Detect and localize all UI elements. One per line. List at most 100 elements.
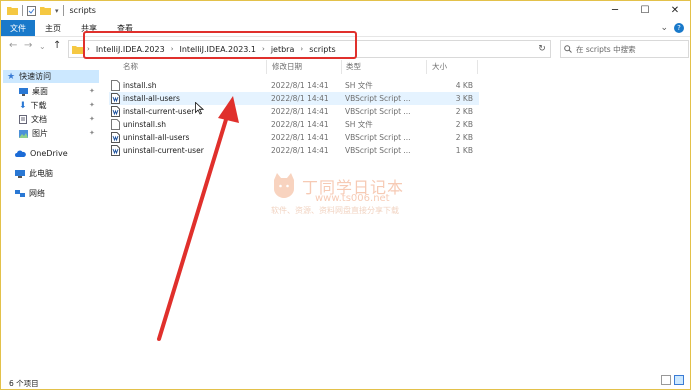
quick-access-toolbar: ▾ (7, 5, 64, 16)
column-header-date[interactable]: 修改日期 (272, 61, 302, 72)
sidebar-item-pictures[interactable]: 图片 (19, 128, 48, 139)
file-type: VBScript Script ... (345, 107, 411, 116)
vbscript-file-icon (111, 93, 120, 104)
file-date: 2022/8/1 14:41 (271, 133, 329, 142)
sidebar-item-onedrive[interactable]: OneDrive (15, 149, 68, 158)
file-row[interactable]: install-all-users 2022/8/1 14:41 VBScrip… (109, 92, 479, 105)
file-name: uninstall-all-users (123, 133, 190, 142)
column-divider[interactable] (266, 60, 267, 74)
properties-icon[interactable] (27, 5, 36, 16)
sidebar-item-label: 文档 (31, 115, 47, 124)
file-type: VBScript Script ... (345, 146, 411, 155)
sidebar-item-label: 桌面 (32, 87, 48, 96)
document-icon (19, 115, 27, 124)
sidebar-item-network[interactable]: 网络 (15, 188, 45, 199)
mouse-cursor-icon (195, 102, 204, 115)
file-type: SH 文件 (345, 81, 373, 90)
watermark-slogan: 软件、资源、资料网盘直接分享下载 (271, 206, 399, 215)
file-name: uninstall.sh (123, 120, 167, 129)
download-icon: ⬇ (19, 100, 27, 111)
sidebar-item-label: 下载 (30, 101, 47, 110)
sidebar-item-label: 图片 (32, 129, 48, 138)
maximize-button[interactable]: ☐ (630, 1, 660, 20)
file-name: uninstall-current-user (123, 146, 204, 155)
column-header-name[interactable]: 名称 (123, 61, 138, 72)
pin-icon: ✦ (89, 115, 95, 123)
file-name: install-current-user (123, 107, 195, 116)
annotation-highlight-box (83, 31, 357, 59)
new-folder-icon[interactable] (40, 6, 51, 15)
column-header-size[interactable]: 大小 (432, 61, 447, 72)
file-name: install-all-users (123, 94, 180, 103)
toolbar-divider (22, 5, 23, 16)
file-size: 3 KB (455, 94, 473, 103)
watermark-logo-icon (274, 173, 294, 198)
desktop-icon (19, 87, 28, 96)
forward-button[interactable]: → (24, 40, 32, 51)
file-row[interactable]: install-current-user 2022/8/1 14:41 VBSc… (109, 105, 479, 118)
column-divider[interactable] (341, 60, 342, 74)
file-row[interactable]: uninstall-all-users 2022/8/1 14:41 VBScr… (109, 131, 479, 144)
window-title: scripts (69, 6, 96, 15)
pin-icon: ✦ (89, 87, 95, 95)
file-row[interactable]: uninstall-current-user 2022/8/1 14:41 VB… (109, 144, 479, 157)
refresh-button[interactable]: ↻ (534, 41, 550, 57)
tab-home[interactable]: 主页 (35, 20, 71, 36)
sidebar-item-downloads[interactable]: ⬇ 下载 (19, 100, 47, 111)
recent-locations-button[interactable]: ⌄ (39, 42, 46, 51)
column-header-type[interactable]: 类型 (346, 61, 361, 72)
sidebar-item-label: 快速访问 (19, 72, 52, 81)
sidebar-item-label: OneDrive (30, 149, 68, 158)
network-icon (15, 189, 25, 197)
pictures-icon (19, 129, 28, 138)
blank-file-icon (111, 80, 120, 91)
file-date: 2022/8/1 14:41 (271, 94, 329, 103)
back-button[interactable]: ← (9, 40, 17, 51)
watermark: 丁同学日记本 www.ts006.net 软件、资源、资料网盘直接分享下载 (269, 171, 429, 221)
star-icon: ★ (7, 71, 16, 82)
search-box[interactable]: 在 scripts 中搜索 (560, 40, 689, 58)
pin-icon: ✦ (89, 129, 95, 137)
file-date: 2022/8/1 14:41 (271, 146, 329, 155)
help-icon[interactable]: ? (674, 23, 684, 33)
toolbar-divider (62, 5, 64, 16)
file-size: 2 KB (455, 107, 473, 116)
navigation-pane: ★ 快速访问 桌面 ✦ ⬇ 下载 ✦ 文档 ✦ 图片 ✦ OneDrive 此电… (1, 61, 101, 371)
minimize-button[interactable]: ─ (600, 1, 630, 20)
sidebar-item-quick-access[interactable]: ★ 快速访问 (3, 70, 99, 83)
file-name: install.sh (123, 81, 157, 90)
tab-file[interactable]: 文件 (1, 20, 35, 36)
vbscript-file-icon (111, 145, 120, 156)
sidebar-item-label: 网络 (29, 189, 45, 198)
file-row[interactable]: uninstall.sh 2022/8/1 14:41 SH 文件 2 KB (109, 118, 479, 131)
details-view-icon[interactable] (661, 375, 671, 385)
view-switcher (661, 375, 684, 385)
file-size: 1 KB (455, 146, 473, 155)
sidebar-item-this-pc[interactable]: 此电脑 (15, 168, 53, 179)
explorer-window: ▾ scripts ─ ☐ ✕ 文件 主页 共享 查看 ⌄ ? ← → ⌄ ↑ … (0, 0, 691, 390)
column-divider[interactable] (477, 60, 478, 74)
folder-icon (7, 7, 18, 15)
file-type: VBScript Script ... (345, 94, 411, 103)
large-icons-view-icon[interactable] (674, 375, 684, 385)
file-row[interactable]: install.sh 2022/8/1 14:41 SH 文件 4 KB (109, 79, 479, 92)
computer-icon (15, 169, 25, 178)
sidebar-item-documents[interactable]: 文档 (19, 114, 47, 125)
file-type: SH 文件 (345, 120, 373, 129)
file-type: VBScript Script ... (345, 133, 411, 142)
column-divider[interactable] (426, 60, 427, 74)
file-date: 2022/8/1 14:41 (271, 120, 329, 129)
customize-toolbar-icon[interactable]: ▾ (55, 7, 59, 15)
expand-ribbon-icon[interactable]: ⌄ (660, 23, 668, 33)
file-date: 2022/8/1 14:41 (271, 81, 329, 90)
title-bar: ▾ scripts ─ ☐ ✕ (1, 1, 690, 20)
vbscript-file-icon (111, 106, 120, 117)
search-icon (564, 45, 572, 53)
sidebar-item-desktop[interactable]: 桌面 (19, 86, 48, 97)
up-button[interactable]: ↑ (53, 40, 61, 51)
status-item-count: 6 个项目 (9, 379, 39, 388)
sidebar-item-label: 此电脑 (29, 169, 53, 178)
close-button[interactable]: ✕ (660, 1, 690, 20)
file-size: 2 KB (455, 133, 473, 142)
file-size: 2 KB (455, 120, 473, 129)
